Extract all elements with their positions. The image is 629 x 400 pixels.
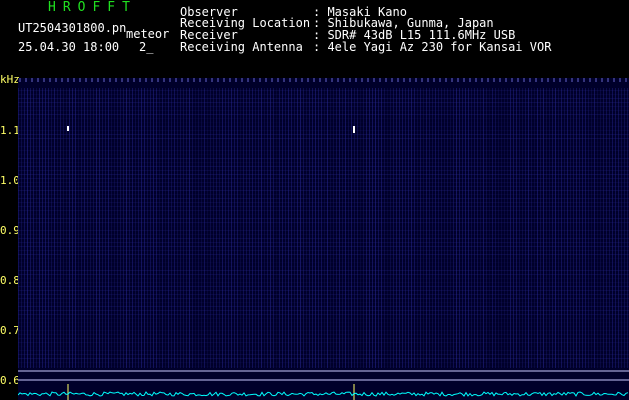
y-tick-label: 0.9 [0, 224, 20, 237]
noise-row [18, 190, 629, 191]
spectrogram-canvas [18, 78, 629, 400]
noise-row [18, 330, 629, 331]
noise-row [18, 170, 629, 171]
event-count: 2_ [139, 40, 154, 54]
info-value-antenna: : 4ele Yagi Az 230 for Kansai VOR [313, 40, 552, 54]
noise-row [18, 366, 629, 367]
brand-title: HROFFT [48, 0, 137, 15]
noise-row [18, 346, 629, 347]
noise-row [18, 286, 629, 287]
noise-row [18, 274, 629, 275]
noise-row [18, 234, 629, 235]
noise-row [18, 218, 629, 219]
noise-row [18, 258, 629, 259]
noise-row [18, 314, 629, 315]
noise-row [18, 158, 629, 159]
noise-row [18, 362, 629, 363]
noise-row [18, 278, 629, 279]
noise-row [18, 214, 629, 215]
noise-row [18, 302, 629, 303]
meteor-echo [67, 126, 69, 131]
noise-row [18, 150, 629, 151]
y-tick-label: 0.6 [0, 374, 20, 387]
noise-row [18, 118, 629, 119]
noise-row [18, 318, 629, 319]
y-tick-label: 1.1 [0, 124, 20, 137]
noise-row [18, 298, 629, 299]
noise-row [18, 358, 629, 359]
noise-row [18, 238, 629, 239]
y-tick-label: 1.0 [0, 174, 20, 187]
noise-row [18, 142, 629, 143]
noise-row [18, 310, 629, 311]
noise-row [18, 210, 629, 211]
y-tick-label: 0.7 [0, 324, 20, 337]
mode-label: meteor [126, 27, 170, 41]
noise-row [18, 350, 629, 351]
noise-row [18, 246, 629, 247]
noise-row [18, 110, 629, 111]
noise-row [18, 326, 629, 327]
noise-row [18, 122, 629, 123]
noise-row [18, 242, 629, 243]
y-tick-label: 0.8 [0, 274, 20, 287]
noise-row [18, 306, 629, 307]
noise-row [18, 174, 629, 175]
noise-row [18, 166, 629, 167]
noise-row [18, 94, 629, 95]
noise-row [18, 198, 629, 199]
noise-row [18, 130, 629, 131]
info-label-antenna: Receiving Antenna [180, 40, 303, 54]
noise-row [18, 282, 629, 283]
noise-row [18, 322, 629, 323]
noise-row [18, 294, 629, 295]
noise-row [18, 338, 629, 339]
noise-row [18, 102, 629, 103]
noise-row [18, 266, 629, 267]
noise-row [18, 202, 629, 203]
file-name: UT2504301800.pn [18, 21, 127, 35]
date-time: 25.04.30 18:00 [18, 40, 120, 54]
noise-row [18, 126, 629, 127]
noise-row [18, 194, 629, 195]
noise-row [18, 98, 629, 99]
noise-row [18, 354, 629, 355]
noise-row [18, 106, 629, 107]
noise-row [18, 114, 629, 115]
noise-row [18, 154, 629, 155]
noise-row [18, 254, 629, 255]
noise-row [18, 270, 629, 271]
noise-row [18, 206, 629, 207]
noise-row [18, 182, 629, 183]
noise-row [18, 178, 629, 179]
noise-row [18, 146, 629, 147]
noise-row [18, 186, 629, 187]
noise-row [18, 262, 629, 263]
meteor-echo [353, 126, 355, 133]
noise-row [18, 90, 629, 91]
noise-row [18, 334, 629, 335]
noise-row [18, 134, 629, 135]
noise-row [18, 138, 629, 139]
unit-label: kHz [0, 73, 20, 86]
spectrogram-plot [18, 78, 629, 400]
noise-row [18, 290, 629, 291]
noise-row [18, 226, 629, 227]
noise-row [18, 162, 629, 163]
noise-row [18, 250, 629, 251]
noise-row [18, 230, 629, 231]
noise-row [18, 222, 629, 223]
noise-row [18, 342, 629, 343]
